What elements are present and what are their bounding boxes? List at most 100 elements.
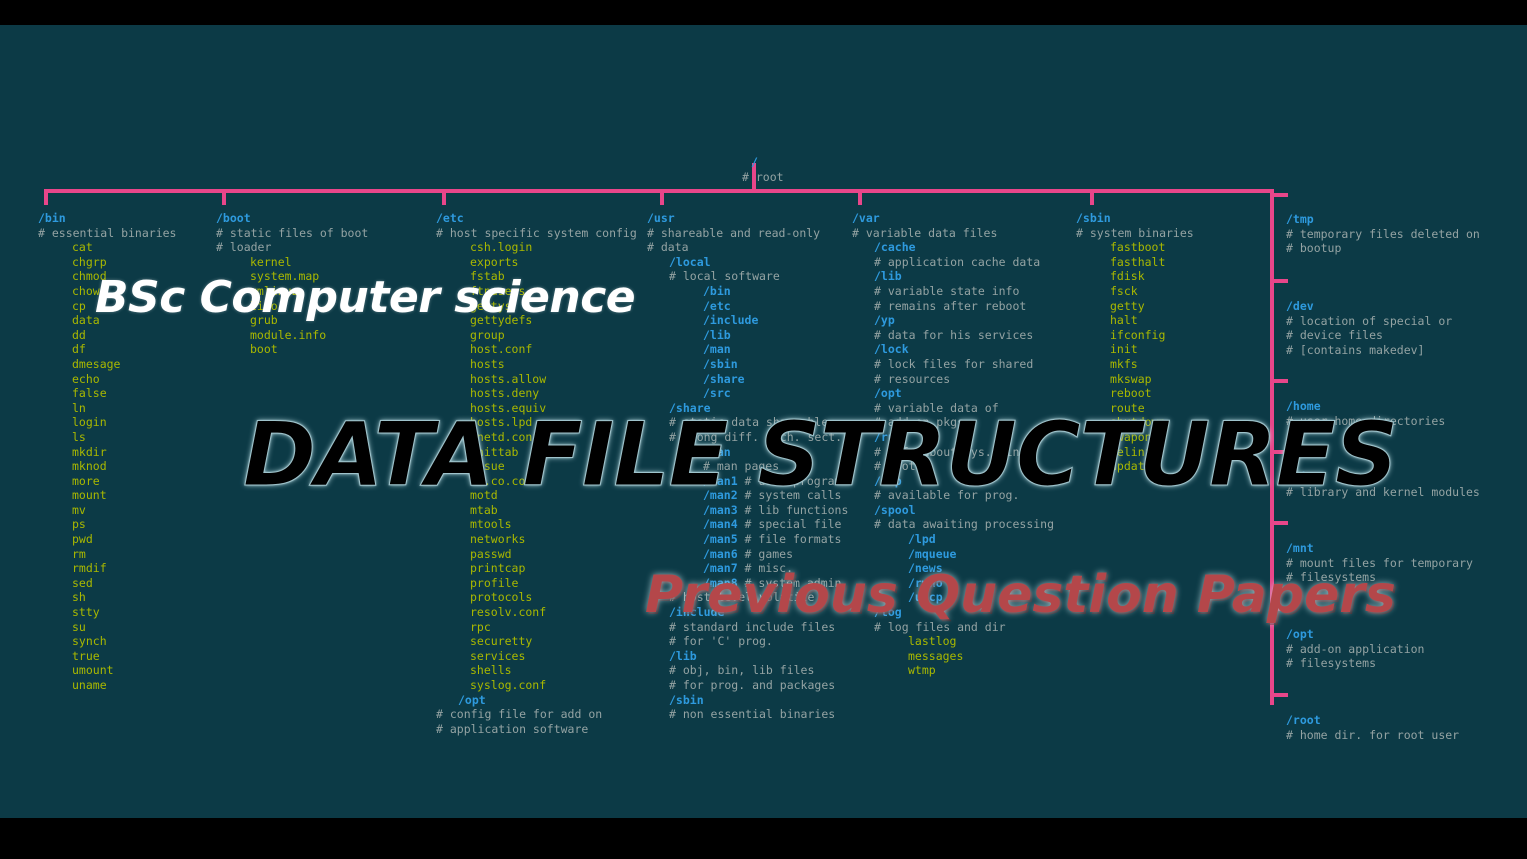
tree-file: protocols: [470, 590, 533, 605]
column-header-name: /sbin: [1076, 211, 1111, 225]
tree-file: fdisk: [1110, 269, 1145, 284]
tree-dir: /man2: [703, 488, 738, 503]
tree-file: ps: [72, 517, 86, 532]
tree-pair: /man8 # system admin: [647, 576, 848, 591]
tree-comment: # boot: [874, 459, 916, 474]
tree-dir: /local: [669, 254, 711, 269]
tree-dir: /man: [703, 342, 731, 357]
branch-comment: # [contains makedev]: [1286, 342, 1425, 357]
column-bin[interactable]: /bin # essential binaries cat chgrp chmod cho…: [38, 211, 176, 693]
stub-root: [1270, 693, 1288, 697]
tree-comment: # config file for add on: [436, 707, 603, 722]
node-mnt[interactable]: /mnt # mount files for temporary # filesys…: [1286, 541, 1473, 585]
tree-file: resolv.conf: [470, 605, 547, 620]
screen-root: / # root /bin # essential binaries cat chgr…: [0, 0, 1527, 859]
column-usr[interactable]: /usr # shareable and read-only # data/loca…: [647, 211, 848, 722]
tree-comment: # variable data of: [874, 400, 999, 415]
node-opt[interactable]: /opt # add-on application # filesystems: [1286, 627, 1424, 671]
tree-comment: # non essential binaries: [669, 707, 836, 722]
tree-comment: # info about sys. since: [874, 444, 1034, 459]
tree-dir: /man7: [703, 561, 738, 576]
tree-file: mv: [72, 502, 86, 517]
tree-file: hosts.equiv: [470, 400, 547, 415]
tree-file: more: [72, 473, 100, 488]
tree-dir: /lpd: [908, 532, 936, 547]
tree-file: syslog.conf: [470, 678, 547, 692]
tree-file: dd: [72, 327, 86, 342]
tree-comment: # for prog. and packages: [669, 678, 836, 692]
tick-etc: [442, 189, 446, 205]
tree-file: rm: [72, 546, 86, 561]
tree-dir: /share: [669, 400, 711, 415]
column-comment: # host specific system config: [436, 225, 637, 240]
tree-file: mknod: [72, 459, 107, 474]
tree-file: services: [470, 648, 526, 663]
column-var[interactable]: /var # variable data files/cache # applica…: [852, 211, 1054, 678]
diagram-canvas: / # root /bin # essential binaries cat chgr…: [0, 25, 1527, 818]
tree-file: ifconfig: [1110, 327, 1166, 342]
column-sbin[interactable]: /sbin # system binaries fastboot fasthalt fd…: [1076, 211, 1194, 474]
tree-file: hosts.allow: [470, 371, 547, 386]
tree-file: gettydefs: [470, 313, 533, 328]
tree-file: mkfs: [1110, 356, 1138, 371]
tree-dir: /log: [874, 605, 902, 620]
tree-pair: /man2 # system calls: [647, 488, 848, 503]
tree-file: synch: [72, 634, 107, 649]
tree-file: printcap: [470, 561, 526, 576]
tree-file: cat: [72, 240, 93, 255]
right-spine-line: [1270, 189, 1274, 705]
column-header-name: /boot: [216, 211, 251, 225]
tick-var: [858, 189, 862, 205]
branch-name: /root: [1286, 713, 1321, 727]
tree-comment: # add-on pkgs: [874, 415, 965, 430]
node-home[interactable]: /home # user home directories: [1286, 399, 1445, 428]
node-tmp[interactable]: /tmp # temporary files deleted on # bootup: [1286, 212, 1480, 256]
tree-file: chmod: [72, 269, 107, 284]
tree-dir: /share: [703, 371, 745, 386]
node-lib[interactable]: /lib # library and kernel modules: [1286, 470, 1480, 499]
tree-dir: /man8: [703, 575, 738, 590]
tree-file: uname: [72, 678, 107, 692]
tree-file: ln: [72, 400, 86, 415]
column-comment: # data: [647, 240, 689, 255]
tree-comment: # games: [737, 546, 794, 561]
tree-file: login: [72, 415, 107, 430]
column-boot[interactable]: /boot # static files of boot # loader kerne…: [216, 211, 368, 357]
branch-comment: # user home directories: [1286, 413, 1446, 428]
tree-comment: # application software: [436, 721, 589, 736]
node-root[interactable]: / # root: [742, 155, 784, 184]
tree-comment: # man pages: [703, 459, 780, 474]
stub-home: [1270, 379, 1288, 383]
node-dev[interactable]: /dev # location of special or # device fil…: [1286, 299, 1452, 357]
tree-file: data: [72, 313, 100, 328]
tree-file: lastlog: [908, 634, 957, 649]
column-header-name: /var: [852, 211, 880, 225]
tree-file: chown: [72, 283, 107, 298]
tree-dir: /lock: [874, 342, 909, 357]
tree-file: rmdif: [72, 561, 107, 576]
tree-pair: /man5 # file formats: [647, 532, 848, 547]
tree-file: telinit: [1110, 444, 1159, 459]
tree-comment: # lib functions: [737, 502, 849, 517]
tree-file: reboot: [1110, 386, 1152, 401]
tree-pair: /man7 # misc.: [647, 561, 848, 576]
tree-file: ftpusers: [470, 283, 526, 298]
tree-dir: /man6: [703, 546, 738, 561]
tree-file: chgrp: [72, 254, 107, 269]
column-etc[interactable]: /etc # host specific system config csh.log…: [436, 211, 637, 736]
tree-file: shells: [470, 663, 512, 678]
tree-file: kernel: [250, 254, 292, 269]
stub-mnt: [1270, 521, 1288, 525]
tree-comment: # obj, bin, lib files: [669, 663, 815, 678]
branch-comment: # temporary files deleted on: [1286, 226, 1480, 241]
branch-comment: # filesystems: [1286, 656, 1377, 671]
node-root-dir[interactable]: /root # home dir. for root user: [1286, 713, 1459, 742]
tree-file: cp: [72, 298, 86, 313]
column-header-name: /etc: [436, 211, 464, 225]
tree-file: system.map: [250, 269, 320, 284]
tree-file: rpc: [470, 619, 491, 634]
tree-file: exports: [470, 254, 519, 269]
tree-file: mkdir: [72, 444, 107, 459]
tree-file: df: [72, 342, 86, 357]
column-comment: # static files of boot: [216, 225, 369, 240]
